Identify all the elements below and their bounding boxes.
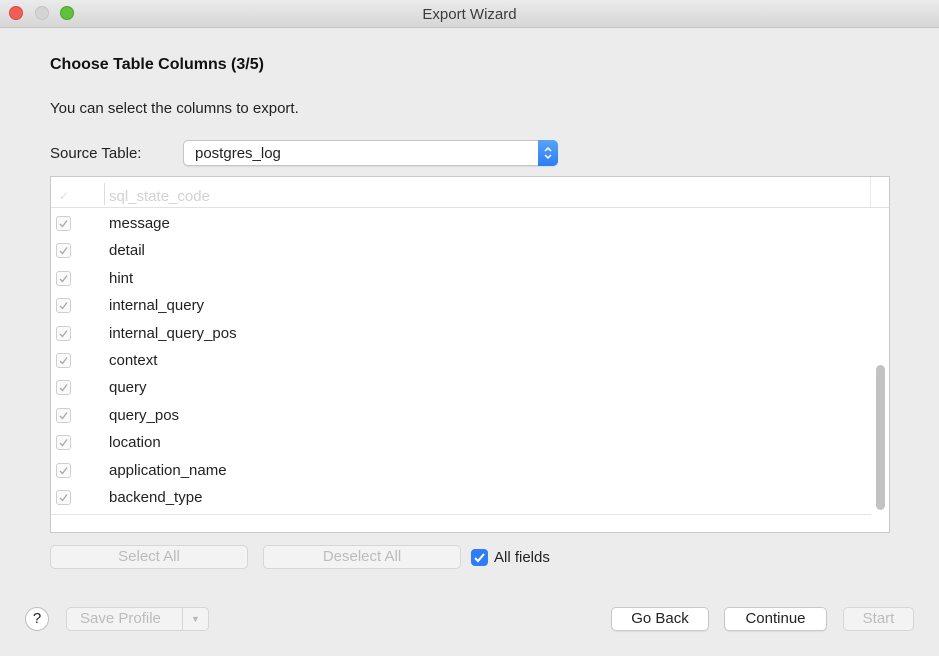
list-item[interactable]: location [51,430,871,457]
checkmark-icon [59,329,68,338]
list-item[interactable]: internal_query_pos [51,321,871,348]
checkmark-icon [59,439,68,447]
go-back-button[interactable]: Go Back [611,607,709,631]
column-name: query_pos [109,406,180,424]
page-description: You can select the columns to export. [50,100,299,117]
row-checkbox[interactable] [56,435,71,451]
row-checkbox[interactable] [56,353,71,368]
list-item[interactable]: context [51,348,871,375]
checkmark-icon [59,384,68,392]
checkmark-icon [59,247,68,255]
save-profile-label: Save Profile [80,610,161,627]
header-divider [870,177,871,207]
source-table-value: postgres_log [195,145,281,162]
column-name: message [109,215,170,232]
list-item[interactable]: internal_query [51,293,871,320]
all-fields-label: All fields [494,549,550,566]
column-name: query [109,379,147,397]
list-item[interactable]: application_name [51,458,871,485]
page-title: Choose Table Columns (3/5) [50,56,264,73]
row-checkbox[interactable] [56,462,71,478]
list-item[interactable]: query_pos [51,403,871,430]
column-name: internal_query [109,297,205,315]
list-item[interactable]: query [51,375,871,402]
checkmark-icon [59,466,68,475]
column-name: location [109,434,161,452]
checkmark-icon [59,220,68,228]
column-name: internal_query_pos [109,324,237,342]
checkmark-icon [59,302,68,310]
row-checkbox[interactable] [56,298,71,314]
checkmark-icon [59,494,68,502]
list-item[interactable]: hint [51,266,871,293]
source-table-select[interactable]: postgres_log [183,140,558,166]
header-divider [104,183,105,205]
row-checkbox[interactable] [56,270,71,286]
continue-button[interactable]: Continue [724,607,827,631]
list-item[interactable]: detail [51,238,871,265]
row-checkbox[interactable] [56,216,71,231]
checkmark-icon [59,411,68,420]
checkmark-icon [59,274,68,283]
column-name: application_name [109,461,227,479]
checkmark-icon [59,357,68,365]
row-checkbox[interactable] [56,243,71,259]
column-name: context [109,352,158,369]
list-footer-divider [51,514,871,515]
scrollbar[interactable] [874,207,888,513]
chevron-updown-icon [538,140,558,166]
column-list-header: ✓ sql_state_code [51,177,889,208]
source-table-label: Source Table: [50,145,142,162]
row-checkbox[interactable] [56,407,71,423]
column-name: backend_type [109,489,203,506]
column-list[interactable]: ✓ sql_state_code message detail hint intern… [50,176,890,533]
row-checkbox[interactable] [56,490,71,505]
title-bar: Export Wizard [0,0,939,28]
scroll-thumb[interactable] [876,365,885,510]
row-checkbox[interactable] [56,380,71,396]
header-checkmark-icon: ✓ [59,189,70,203]
checkmark-icon [474,553,485,563]
chevron-down-icon[interactable]: ▼ [183,607,208,631]
column-name: detail [109,242,145,260]
window-title: Export Wizard [422,6,517,23]
column-name: hint [109,269,134,287]
list-item[interactable]: backend_type [51,485,871,512]
help-icon[interactable]: ? [25,607,49,631]
deselect-all-button[interactable]: Deselect All [263,545,461,569]
all-fields-checkbox[interactable] [471,549,488,566]
row-checkbox[interactable] [56,325,71,341]
list-item[interactable]: message [51,211,871,238]
select-all-button[interactable]: Select All [50,545,248,569]
start-button[interactable]: Start [843,607,914,631]
partial-row-label: sql_state_code [109,188,210,205]
